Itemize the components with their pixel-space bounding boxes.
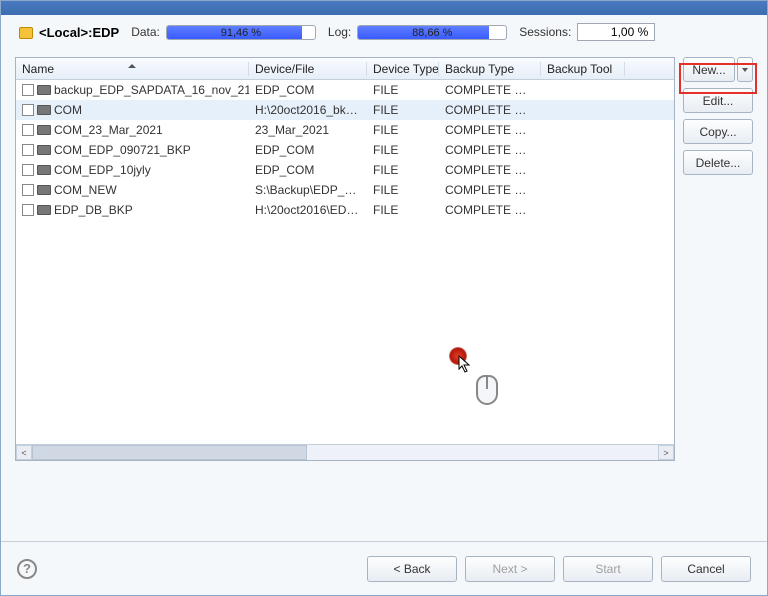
- row-checkbox[interactable]: [22, 144, 34, 156]
- row-device-type: FILE: [367, 123, 439, 137]
- cancel-button[interactable]: Cancel: [661, 556, 751, 582]
- row-name: COM_EDP_090721_BKP: [54, 143, 191, 157]
- table-row[interactable]: COM_23_Mar_2021 23_Mar_2021FILECOMPLETE D…: [16, 120, 674, 140]
- row-backup-type: COMPLETE DATA: [439, 123, 541, 137]
- data-progress-value: 91,46 %: [167, 26, 315, 40]
- col-device-type[interactable]: Device Type: [367, 62, 439, 76]
- location-label: <Local>:EDP: [39, 25, 119, 40]
- row-device: EDP_COM: [249, 83, 367, 97]
- row-device-type: FILE: [367, 143, 439, 157]
- col-backup-type[interactable]: Backup Type: [439, 62, 541, 76]
- row-backup-type: COMPLETE DATA: [439, 83, 541, 97]
- row-name: COM: [54, 103, 82, 117]
- row-backup-type: COMPLETE DATA: [439, 143, 541, 157]
- col-name[interactable]: Name: [16, 62, 249, 76]
- table-row[interactable]: COM H:\20oct2016_bkp...FILECOMPLETE DATA: [16, 100, 674, 120]
- table-header: Name Device/File Device Type Backup Type…: [16, 58, 674, 80]
- row-device-type: FILE: [367, 103, 439, 117]
- horizontal-scrollbar[interactable]: < >: [16, 444, 674, 460]
- col-device[interactable]: Device/File: [249, 62, 367, 76]
- row-device: H:\20oct2016_bkp...: [249, 103, 367, 117]
- row-backup-type: COMPLETE DATA: [439, 203, 541, 217]
- col-backup-tool[interactable]: Backup Tool: [541, 62, 625, 76]
- row-device: 23_Mar_2021: [249, 123, 367, 137]
- database-icon: [19, 25, 33, 39]
- backup-item-icon: [37, 205, 51, 215]
- row-name: EDP_DB_BKP: [54, 203, 133, 217]
- table-row[interactable]: EDP_DB_BKP H:\20oct2016\EDP...FILECOMPLET…: [16, 200, 674, 220]
- info-bar: <Local>:EDP Data: 91,46 % Log: 88,66 % S…: [1, 15, 767, 47]
- log-label: Log:: [328, 25, 351, 39]
- log-progress: 88,66 %: [357, 25, 507, 40]
- backup-item-icon: [37, 185, 51, 195]
- log-progress-value: 88,66 %: [358, 26, 506, 40]
- scroll-track[interactable]: [32, 445, 658, 460]
- start-button[interactable]: Start: [563, 556, 653, 582]
- row-checkbox[interactable]: [22, 164, 34, 176]
- backup-item-icon: [37, 105, 51, 115]
- data-label: Data:: [131, 25, 160, 39]
- row-checkbox[interactable]: [22, 124, 34, 136]
- row-device-type: FILE: [367, 83, 439, 97]
- row-checkbox[interactable]: [22, 204, 34, 216]
- scroll-thumb[interactable]: [32, 445, 307, 460]
- sessions-label: Sessions:: [519, 25, 571, 39]
- edit-button[interactable]: Edit...: [683, 88, 753, 113]
- row-name: backup_EDP_SAPDATA_16_nov_21: [54, 83, 249, 97]
- mouse-icon: [476, 375, 498, 405]
- row-backup-type: COMPLETE DATA: [439, 103, 541, 117]
- table-row[interactable]: backup_EDP_SAPDATA_16_nov_21EDP_COMFILEC…: [16, 80, 674, 100]
- backup-item-icon: [37, 125, 51, 135]
- new-button[interactable]: New...: [683, 57, 735, 82]
- row-name: COM_EDP_10jyly: [54, 163, 151, 177]
- scroll-right-button[interactable]: >: [658, 445, 674, 460]
- scroll-left-button[interactable]: <: [16, 445, 32, 460]
- backup-item-icon: [37, 165, 51, 175]
- sort-asc-icon: [128, 64, 136, 68]
- row-device: EDP_COM: [249, 143, 367, 157]
- side-button-panel: New... Edit... Copy... Delete...: [683, 57, 753, 461]
- table-row[interactable]: COM_EDP_090721_BKP EDP_COMFILECOMPLETE DA…: [16, 140, 674, 160]
- window-titlebar: [1, 1, 767, 15]
- row-device-type: FILE: [367, 163, 439, 177]
- backup-item-icon: [37, 145, 51, 155]
- sessions-input[interactable]: [577, 23, 655, 41]
- wizard-footer: ? < Back Next > Start Cancel: [1, 541, 767, 595]
- row-backup-type: COMPLETE DATA: [439, 183, 541, 197]
- row-device: S:\Backup\EDP_C...: [249, 183, 367, 197]
- help-icon[interactable]: ?: [17, 559, 37, 579]
- row-checkbox[interactable]: [22, 104, 34, 116]
- data-progress: 91,46 %: [166, 25, 316, 40]
- backup-item-icon: [37, 85, 51, 95]
- next-button[interactable]: Next >: [465, 556, 555, 582]
- row-name: COM_NEW: [54, 183, 117, 197]
- row-device-type: FILE: [367, 183, 439, 197]
- new-dropdown-button[interactable]: [737, 57, 753, 82]
- row-device: H:\20oct2016\EDP...: [249, 203, 367, 217]
- row-name: COM_23_Mar_2021: [54, 123, 163, 137]
- row-device: EDP_COM: [249, 163, 367, 177]
- copy-button[interactable]: Copy...: [683, 119, 753, 144]
- table-row[interactable]: COM_EDP_10jyly EDP_COMFILECOMPLETE DATA: [16, 160, 674, 180]
- table-row[interactable]: COM_NEW S:\Backup\EDP_C...FILECOMPLETE DA…: [16, 180, 674, 200]
- row-backup-type: COMPLETE DATA: [439, 163, 541, 177]
- row-checkbox[interactable]: [22, 184, 34, 196]
- row-device-type: FILE: [367, 203, 439, 217]
- backup-table: Name Device/File Device Type Backup Type…: [15, 57, 675, 461]
- row-checkbox[interactable]: [22, 84, 34, 96]
- delete-button[interactable]: Delete...: [683, 150, 753, 175]
- back-button[interactable]: < Back: [367, 556, 457, 582]
